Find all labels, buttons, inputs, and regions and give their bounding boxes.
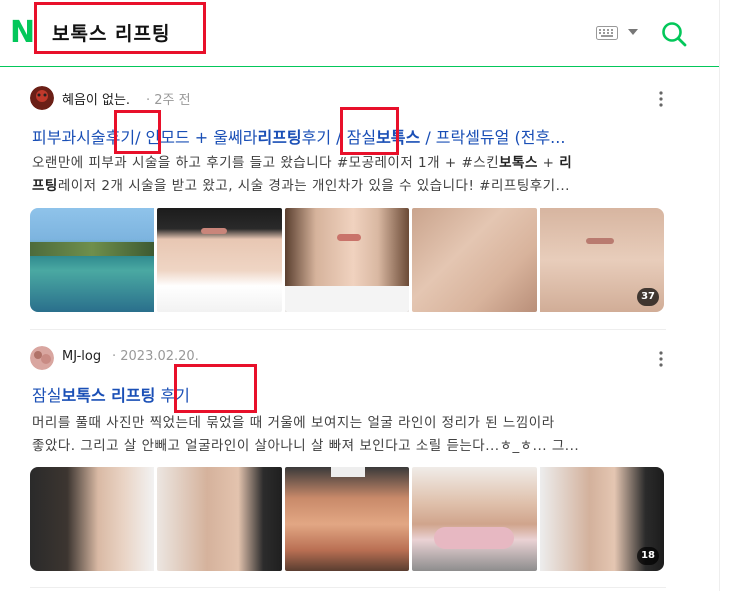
highlight-box xyxy=(114,110,161,154)
thumbnail-image[interactable]: 37 xyxy=(539,208,665,312)
image-count-badge: 37 xyxy=(637,288,660,306)
highlight-box xyxy=(340,107,399,155)
thumbnail-image[interactable] xyxy=(412,208,537,312)
more-options-icon[interactable] xyxy=(658,350,664,368)
post-snippet: 오랜만에 피부과 시술을 하고 후기를 들고 왔습니다 #모공레이저 1개 + … xyxy=(32,155,573,194)
naver-logo[interactable]: N xyxy=(10,18,36,48)
author-name[interactable]: MJ-log xyxy=(62,349,101,364)
thumbnail-image[interactable] xyxy=(30,208,155,312)
image-count-badge: 18 xyxy=(637,547,660,565)
post-title-link[interactable]: 잠실보톡스 리프팅 후기 xyxy=(32,382,666,406)
thumbnail-image[interactable] xyxy=(157,208,282,312)
thumbnail-image[interactable] xyxy=(284,208,410,312)
post-date: · 2주 전 xyxy=(146,93,191,108)
thumbnail-image[interactable] xyxy=(412,467,537,571)
highlight-box xyxy=(174,364,257,413)
post-snippet: 머리를 풀때 사진만 찍었는데 묶었을 때 거울에 보여지는 얼굴 라인이 정리… xyxy=(32,415,580,454)
chevron-down-icon[interactable] xyxy=(628,29,638,36)
thumbnail-image[interactable] xyxy=(284,467,410,571)
search-icon[interactable] xyxy=(661,21,687,47)
scroll-edge xyxy=(719,0,749,591)
thumbnail-image[interactable]: 18 xyxy=(539,467,665,571)
thumbnail-image[interactable] xyxy=(157,467,282,571)
keyboard-icon[interactable] xyxy=(596,26,618,40)
divider xyxy=(30,329,666,330)
highlight-box-search xyxy=(34,2,206,54)
author-name[interactable]: 혜음이 없는. xyxy=(62,89,130,108)
image-strip: 18 xyxy=(30,467,665,571)
avatar[interactable] xyxy=(30,86,54,110)
avatar[interactable] xyxy=(30,346,54,370)
post-meta: MJ-log · 2023.02.20. xyxy=(30,342,666,372)
post-date: · 2023.02.20. xyxy=(112,349,199,364)
search-header: N 보톡스 리프팅 xyxy=(0,0,749,67)
image-strip: 37 xyxy=(30,208,665,312)
divider xyxy=(30,587,666,588)
more-options-icon[interactable] xyxy=(658,90,664,108)
thumbnail-image[interactable] xyxy=(30,467,155,571)
